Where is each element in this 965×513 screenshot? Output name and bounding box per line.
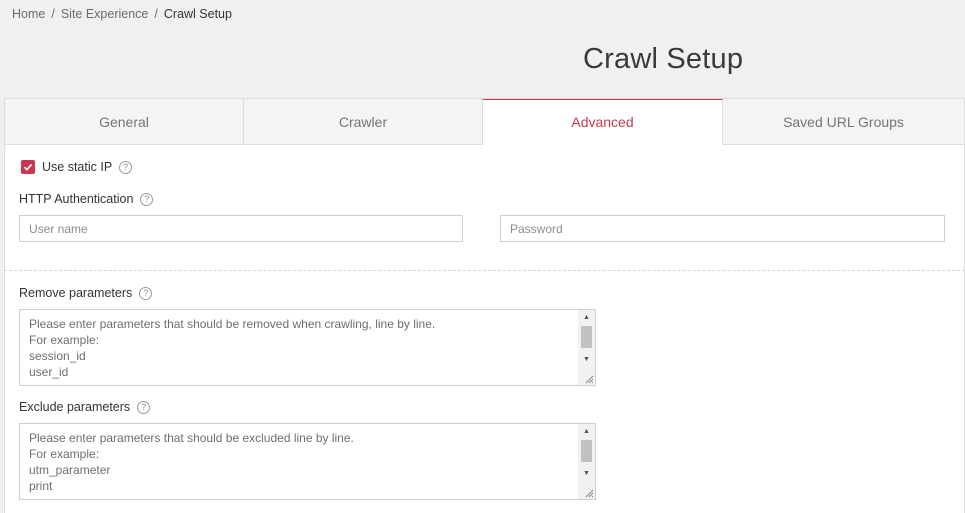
exclude-params-textarea[interactable] <box>20 424 578 499</box>
static-ip-label: Use static IP <box>42 160 113 174</box>
http-auth-row: HTTP Authentication ? <box>19 192 154 206</box>
resize-grip-icon[interactable] <box>584 374 594 384</box>
password-input[interactable] <box>500 215 945 242</box>
section-divider <box>4 270 965 271</box>
http-auth-label: HTTP Authentication <box>19 192 134 206</box>
scroll-up-icon[interactable]: ▲ <box>578 311 595 324</box>
help-icon[interactable]: ? <box>137 400 151 414</box>
tab-general[interactable]: General <box>5 99 244 145</box>
help-icon[interactable]: ? <box>140 192 154 206</box>
breadcrumb-current: Crawl Setup <box>163 7 232 21</box>
resize-grip-icon[interactable] <box>584 488 594 498</box>
static-ip-row: Use static IP ? <box>21 160 133 174</box>
scrollbar-thumb[interactable] <box>581 326 592 348</box>
tab-saved-url-groups[interactable]: Saved URL Groups <box>723 99 964 145</box>
scrollbar-thumb[interactable] <box>581 440 592 462</box>
breadcrumb-home[interactable]: Home <box>12 7 45 21</box>
scroll-up-icon[interactable]: ▲ <box>578 425 595 438</box>
checkmark-icon <box>23 163 33 171</box>
remove-params-label: Remove parameters <box>19 286 133 300</box>
scroll-down-icon[interactable]: ▼ <box>578 467 595 480</box>
static-ip-checkbox[interactable] <box>21 160 35 174</box>
exclude-params-row: Exclude parameters ? <box>19 400 151 414</box>
exclude-params-field: ▲ ▼ <box>19 423 596 500</box>
breadcrumb-site-experience[interactable]: Site Experience <box>61 7 149 21</box>
tab-crawler[interactable]: Crawler <box>244 99 483 145</box>
remove-params-textarea[interactable] <box>20 310 578 385</box>
page-title: Crawl Setup <box>583 43 744 75</box>
breadcrumb: Home / Site Experience / Crawl Setup <box>12 7 232 21</box>
scrollbar[interactable]: ▲ ▼ <box>578 424 595 499</box>
help-icon[interactable]: ? <box>119 160 133 174</box>
tab-advanced[interactable]: Advanced <box>483 99 723 145</box>
scrollbar[interactable]: ▲ ▼ <box>578 310 595 385</box>
help-icon[interactable]: ? <box>139 286 153 300</box>
scroll-down-icon[interactable]: ▼ <box>578 353 595 366</box>
username-input[interactable] <box>19 215 463 242</box>
breadcrumb-separator: / <box>51 7 55 21</box>
remove-params-field: ▲ ▼ <box>19 309 596 386</box>
breadcrumb-separator: / <box>154 7 158 21</box>
exclude-params-label: Exclude parameters <box>19 400 131 414</box>
remove-params-row: Remove parameters ? <box>19 286 153 300</box>
tab-bar: General Crawler Advanced Saved URL Group… <box>5 99 964 145</box>
